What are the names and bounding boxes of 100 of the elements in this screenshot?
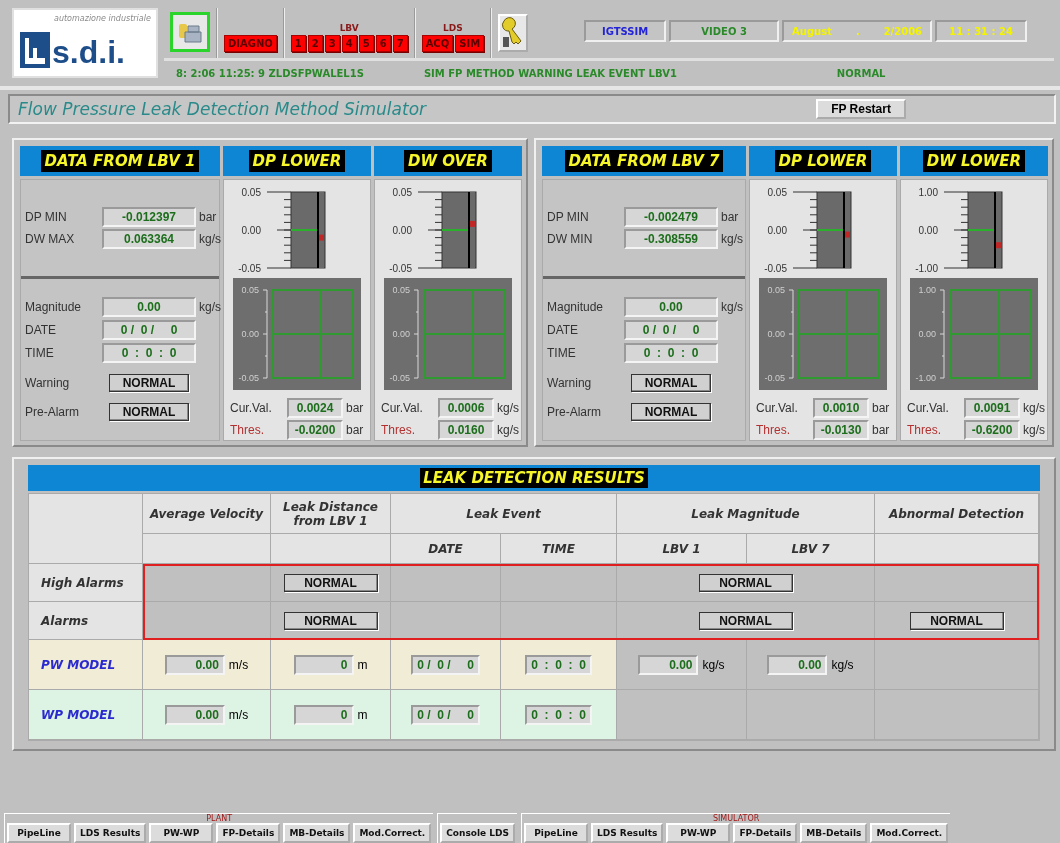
command-button[interactable]: 5 bbox=[358, 35, 374, 52]
field-label: Magnitude bbox=[547, 300, 605, 314]
field-label: Cur.Val. bbox=[907, 401, 950, 415]
restart-button[interactable]: FP Restart bbox=[816, 99, 907, 119]
panel-title: DW OVER bbox=[404, 150, 492, 172]
unit-label: m/s bbox=[228, 707, 249, 722]
nav-tab[interactable]: MB-Details bbox=[283, 823, 351, 843]
nav-tab[interactable]: LDS Results bbox=[74, 823, 147, 843]
field-label: Thres. bbox=[756, 423, 791, 437]
unit-label: kg/s bbox=[721, 232, 744, 246]
value-field: 0 / 0 / 0 bbox=[102, 320, 196, 340]
nav-tab[interactable]: PipeLine bbox=[7, 823, 71, 843]
nav-tab[interactable]: FP-Details bbox=[733, 823, 798, 843]
nav-tab[interactable]: PipeLine bbox=[524, 823, 588, 843]
status-text: NORMAL bbox=[836, 68, 886, 79]
value-field: -0.0200 bbox=[287, 420, 343, 440]
scale-label: 0.00 bbox=[918, 225, 938, 236]
nav-tab[interactable]: FP-Details bbox=[216, 823, 281, 843]
nav-tab[interactable]: MB-Details bbox=[800, 823, 868, 843]
command-button[interactable]: 1 bbox=[290, 35, 306, 52]
value-field: 0 bbox=[293, 704, 354, 725]
command-button[interactable]: SIM bbox=[455, 35, 485, 52]
axis-label: -1.00 bbox=[915, 373, 936, 383]
value-field: -0.308559 bbox=[624, 229, 718, 249]
panel-title: DW LOWER bbox=[922, 150, 1026, 172]
field-label: Cur.Val. bbox=[230, 401, 273, 415]
unit-label: kg/s bbox=[497, 423, 520, 437]
field-label: DW MIN bbox=[547, 232, 594, 246]
value-field: 0.00 bbox=[638, 654, 699, 675]
row-label: Alarms bbox=[41, 613, 89, 628]
value-field: 0.00 bbox=[164, 654, 225, 675]
value-field: -0.002479 bbox=[624, 207, 718, 227]
value-field: 0.0010 bbox=[813, 398, 869, 418]
value-field: -0.012397 bbox=[102, 207, 196, 227]
unit-label: bar bbox=[721, 210, 740, 224]
axis-label: 1.00 bbox=[918, 285, 936, 295]
value-field: 0.00 bbox=[767, 654, 828, 675]
column-header: DATE bbox=[428, 541, 463, 556]
axis-label: 0.05 bbox=[392, 285, 410, 295]
nav-tab[interactable]: LDS Results bbox=[591, 823, 664, 843]
status-indicator: NORMAL bbox=[698, 573, 793, 592]
nav-tab[interactable]: PW-WP bbox=[666, 823, 731, 843]
axis-label: -0.05 bbox=[389, 373, 410, 383]
unit-label: kg/s bbox=[497, 401, 520, 415]
value-field: -0.0130 bbox=[813, 420, 869, 440]
unit-label: kg/s bbox=[702, 657, 725, 672]
command-button[interactable]: 2 bbox=[307, 35, 323, 52]
panel-title: LEAK DETECTION RESULTS bbox=[420, 468, 648, 488]
window-title: Flow Pressure Leak Detection Method Simulator bbox=[18, 99, 427, 119]
scale-label: 0.00 bbox=[767, 225, 787, 236]
info-text: 2/2006 bbox=[883, 25, 923, 37]
unit-label: bar bbox=[346, 423, 365, 437]
command-button[interactable]: 4 bbox=[341, 35, 357, 52]
column-header: Abnormal Detection bbox=[888, 506, 1025, 521]
factory-icon bbox=[20, 32, 50, 68]
row-label: High Alarms bbox=[41, 575, 124, 590]
scale-label: 0.05 bbox=[241, 187, 261, 198]
value-field: 0 : 0 : 0 bbox=[525, 704, 592, 725]
scale-label: -1.00 bbox=[915, 263, 938, 274]
command-button[interactable]: 3 bbox=[324, 35, 340, 52]
nav-tab[interactable]: PW-WP bbox=[149, 823, 214, 843]
value-field: 0.0091 bbox=[964, 398, 1020, 418]
nav-tab[interactable]: Mod.Correct. bbox=[870, 823, 949, 843]
field-label: Magnitude bbox=[25, 300, 83, 314]
axis-label: 0.00 bbox=[918, 329, 936, 339]
panel-title: DATA FROM LBV 7 bbox=[564, 150, 724, 172]
value-field: 0.0006 bbox=[438, 398, 494, 418]
unit-label: kg/s bbox=[831, 657, 854, 672]
status-text: 8: 2:06 11:25: 9 ZLDSFPWALEL1S bbox=[176, 68, 364, 79]
value-field: 0.063364 bbox=[102, 229, 196, 249]
axis-label: 0.00 bbox=[241, 329, 259, 339]
column-header: Average Velocity bbox=[149, 506, 264, 521]
row-label: WP MODEL bbox=[41, 707, 116, 722]
scale-label: -0.05 bbox=[389, 263, 412, 274]
field-label: DP MIN bbox=[547, 210, 590, 224]
group-label: LBV bbox=[339, 23, 359, 33]
scale-label: 0.05 bbox=[767, 187, 787, 198]
command-button[interactable]: DIAGNO bbox=[224, 35, 277, 52]
command-button[interactable]: 6 bbox=[375, 35, 391, 52]
axis-label: 0.00 bbox=[767, 329, 785, 339]
field-label: Pre-Alarm bbox=[25, 405, 80, 419]
value-field: 0.00 bbox=[624, 297, 718, 317]
logo-tagline: automazione industriale bbox=[54, 14, 151, 23]
command-button[interactable]: 7 bbox=[392, 35, 408, 52]
row-label: PW MODEL bbox=[41, 657, 116, 672]
field-label: Thres. bbox=[907, 423, 942, 437]
info-text: . bbox=[855, 25, 860, 37]
command-button[interactable]: ACQ bbox=[421, 35, 454, 52]
info-text: VIDEO 3 bbox=[701, 25, 747, 37]
unit-label: kg/s bbox=[199, 232, 221, 246]
scale-label: 1.00 bbox=[918, 187, 938, 198]
key-button[interactable] bbox=[498, 14, 529, 52]
group-label: SIMULATOR bbox=[712, 814, 760, 823]
nav-tab[interactable]: Console LDS bbox=[440, 823, 515, 843]
axis-label: 0.00 bbox=[392, 329, 410, 339]
column-header: LBV 7 bbox=[791, 541, 830, 556]
value-field: 0 / 0 / 0 bbox=[624, 320, 718, 340]
nav-tab[interactable]: Mod.Correct. bbox=[353, 823, 432, 843]
panel-title: DATA FROM LBV 1 bbox=[40, 150, 200, 172]
unit-label: bar bbox=[346, 401, 365, 415]
